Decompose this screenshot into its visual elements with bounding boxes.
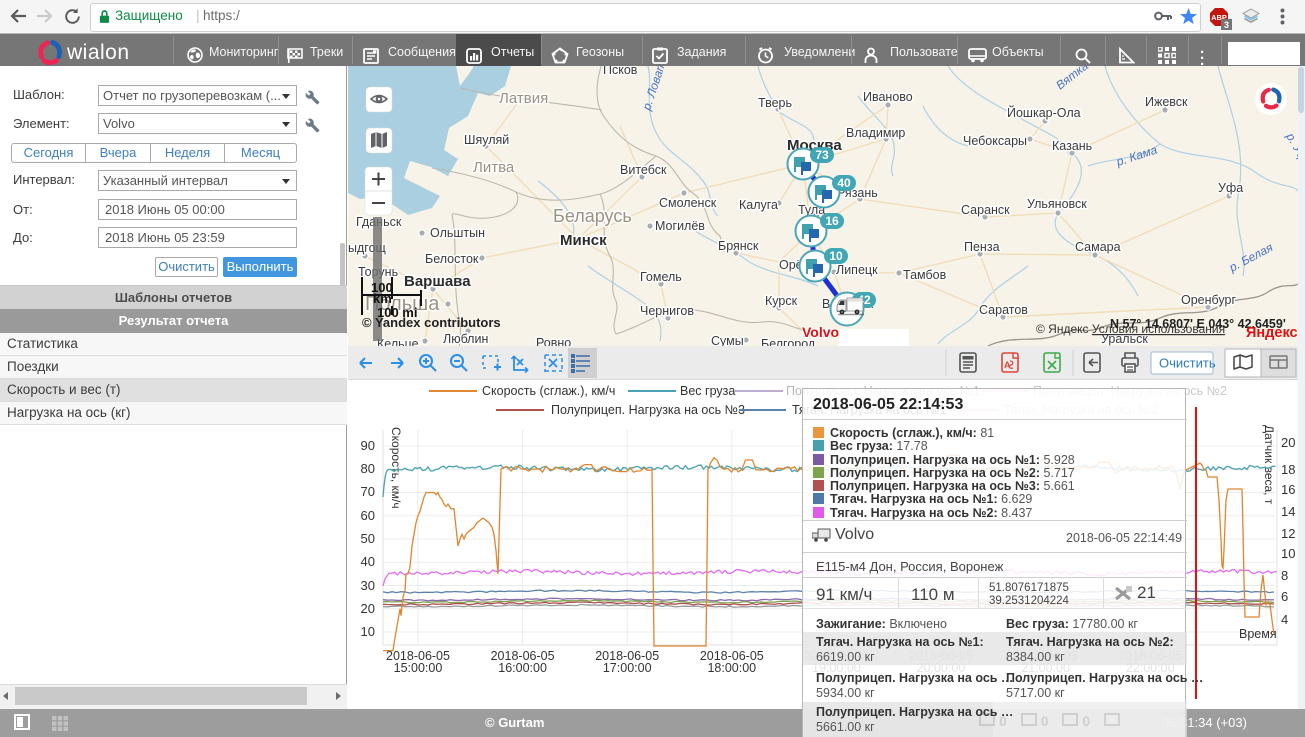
svg-text:Саранск: Саранск bbox=[961, 203, 1010, 217]
svg-text:Ровно: Ровно bbox=[536, 336, 571, 346]
svg-text:Смоленск: Смоленск bbox=[659, 196, 717, 210]
svg-text:16: 16 bbox=[1281, 482, 1295, 497]
svg-text:Люблин: Люблин bbox=[443, 332, 488, 346]
svg-text:15:00:00: 15:00:00 bbox=[394, 661, 443, 675]
svg-text:18:00:00: 18:00:00 bbox=[707, 661, 756, 675]
svg-text:Йошкар-Ола: Йошкар-Ола bbox=[1007, 105, 1081, 120]
svg-text:50: 50 bbox=[361, 531, 375, 546]
svg-text:Беларусь: Беларусь bbox=[553, 206, 632, 226]
svg-text:Тверь: Тверь bbox=[758, 96, 792, 110]
svg-text:Чебоксары: Чебоксары bbox=[963, 134, 1027, 148]
svg-text:Оренбург: Оренбург bbox=[1181, 293, 1236, 307]
svg-text:Латвия: Латвия bbox=[499, 90, 548, 107]
svg-text:20: 20 bbox=[361, 601, 375, 616]
svg-text:Ульяновск: Ульяновск bbox=[1027, 197, 1087, 211]
svg-text:Полуприцеп. Нагрузка на ось №3: Полуприцеп. Нагрузка на ось №3 bbox=[551, 403, 745, 417]
svg-text:Могилёв: Могилёв bbox=[655, 219, 705, 233]
svg-text:Витебск: Витебск bbox=[620, 163, 667, 177]
svg-text:70: 70 bbox=[361, 484, 375, 499]
svg-text:Скорость (сглаж.), км/ч: Скорость (сглаж.), км/ч bbox=[482, 384, 615, 398]
svg-text:Самара: Самара bbox=[1075, 240, 1121, 254]
svg-text:Скорость, км/ч: Скорость, км/ч bbox=[389, 427, 403, 509]
svg-text:18: 18 bbox=[1281, 462, 1295, 477]
svg-text:Чернигов: Чернигов bbox=[640, 304, 694, 318]
svg-text:20: 20 bbox=[1281, 435, 1295, 450]
svg-text:30: 30 bbox=[361, 578, 375, 593]
svg-text:12: 12 bbox=[1281, 526, 1295, 541]
svg-text:Уфа: Уфа bbox=[1218, 181, 1243, 195]
svg-text:Варшава: Варшава bbox=[404, 273, 471, 290]
svg-text:73: 73 bbox=[815, 148, 829, 162]
svg-text:16:00:00: 16:00:00 bbox=[498, 661, 547, 675]
svg-text:Volvo: Volvo bbox=[802, 324, 839, 340]
svg-text:Кельце: Кельце bbox=[377, 337, 419, 346]
svg-text:Вес груза: Вес груза bbox=[680, 384, 735, 398]
svg-text:3: 3 bbox=[1224, 20, 1229, 30]
svg-text:Датчик веса, т: Датчик веса, т bbox=[1262, 425, 1276, 505]
svg-text:Казань: Казань bbox=[1052, 139, 1092, 153]
svg-text:10: 10 bbox=[1281, 546, 1295, 561]
svg-text:14: 14 bbox=[1281, 504, 1295, 519]
svg-text:10: 10 bbox=[361, 624, 375, 639]
svg-text:Литва: Литва bbox=[473, 159, 515, 176]
svg-text:10: 10 bbox=[829, 249, 843, 263]
svg-text:40: 40 bbox=[361, 554, 375, 569]
svg-text:17:00:00: 17:00:00 bbox=[603, 661, 652, 675]
svg-text:Саратов: Саратов bbox=[979, 303, 1028, 317]
svg-text:Яндекс: Яндекс bbox=[1246, 325, 1298, 341]
svg-text:Пенза: Пенза bbox=[964, 240, 1000, 254]
svg-text:Брянск: Брянск bbox=[718, 239, 759, 253]
svg-text:Очистить: Очистить bbox=[1159, 356, 1216, 371]
svg-text:Время: Время bbox=[1239, 627, 1277, 641]
svg-text:16: 16 bbox=[825, 214, 839, 228]
svg-text:Липецк: Липецк bbox=[836, 263, 878, 277]
svg-text:Шяуляй: Шяуляй bbox=[464, 133, 509, 147]
svg-text:Иваново: Иваново bbox=[863, 90, 913, 104]
svg-text:Гомель: Гомель bbox=[640, 270, 682, 284]
svg-text:Владимир: Владимир bbox=[846, 126, 905, 140]
svg-text:60: 60 bbox=[361, 508, 375, 523]
svg-text:4: 4 bbox=[1281, 612, 1288, 627]
svg-text:Ижевск: Ижевск bbox=[1145, 95, 1188, 109]
svg-text:Сумы: Сумы bbox=[711, 334, 744, 346]
svg-text:90: 90 bbox=[361, 438, 375, 453]
svg-text:Псков: Псков bbox=[603, 66, 638, 77]
svg-text:8: 8 bbox=[1281, 568, 1288, 583]
svg-text:Минск: Минск bbox=[560, 232, 607, 249]
svg-text:© Yandex contributors: © Yandex contributors bbox=[362, 315, 501, 330]
svg-text:6: 6 bbox=[1281, 589, 1288, 604]
svg-text:Белосток: Белосток bbox=[425, 252, 479, 266]
svg-text:km: km bbox=[373, 291, 392, 306]
svg-text:Калуга: Калуга bbox=[739, 198, 778, 212]
svg-text:Ольштын: Ольштын bbox=[430, 226, 485, 240]
svg-text:40: 40 bbox=[837, 176, 851, 190]
svg-text:Тамбов: Тамбов bbox=[903, 268, 947, 282]
svg-text:80: 80 bbox=[361, 461, 375, 476]
svg-text:Курск: Курск bbox=[765, 294, 798, 308]
